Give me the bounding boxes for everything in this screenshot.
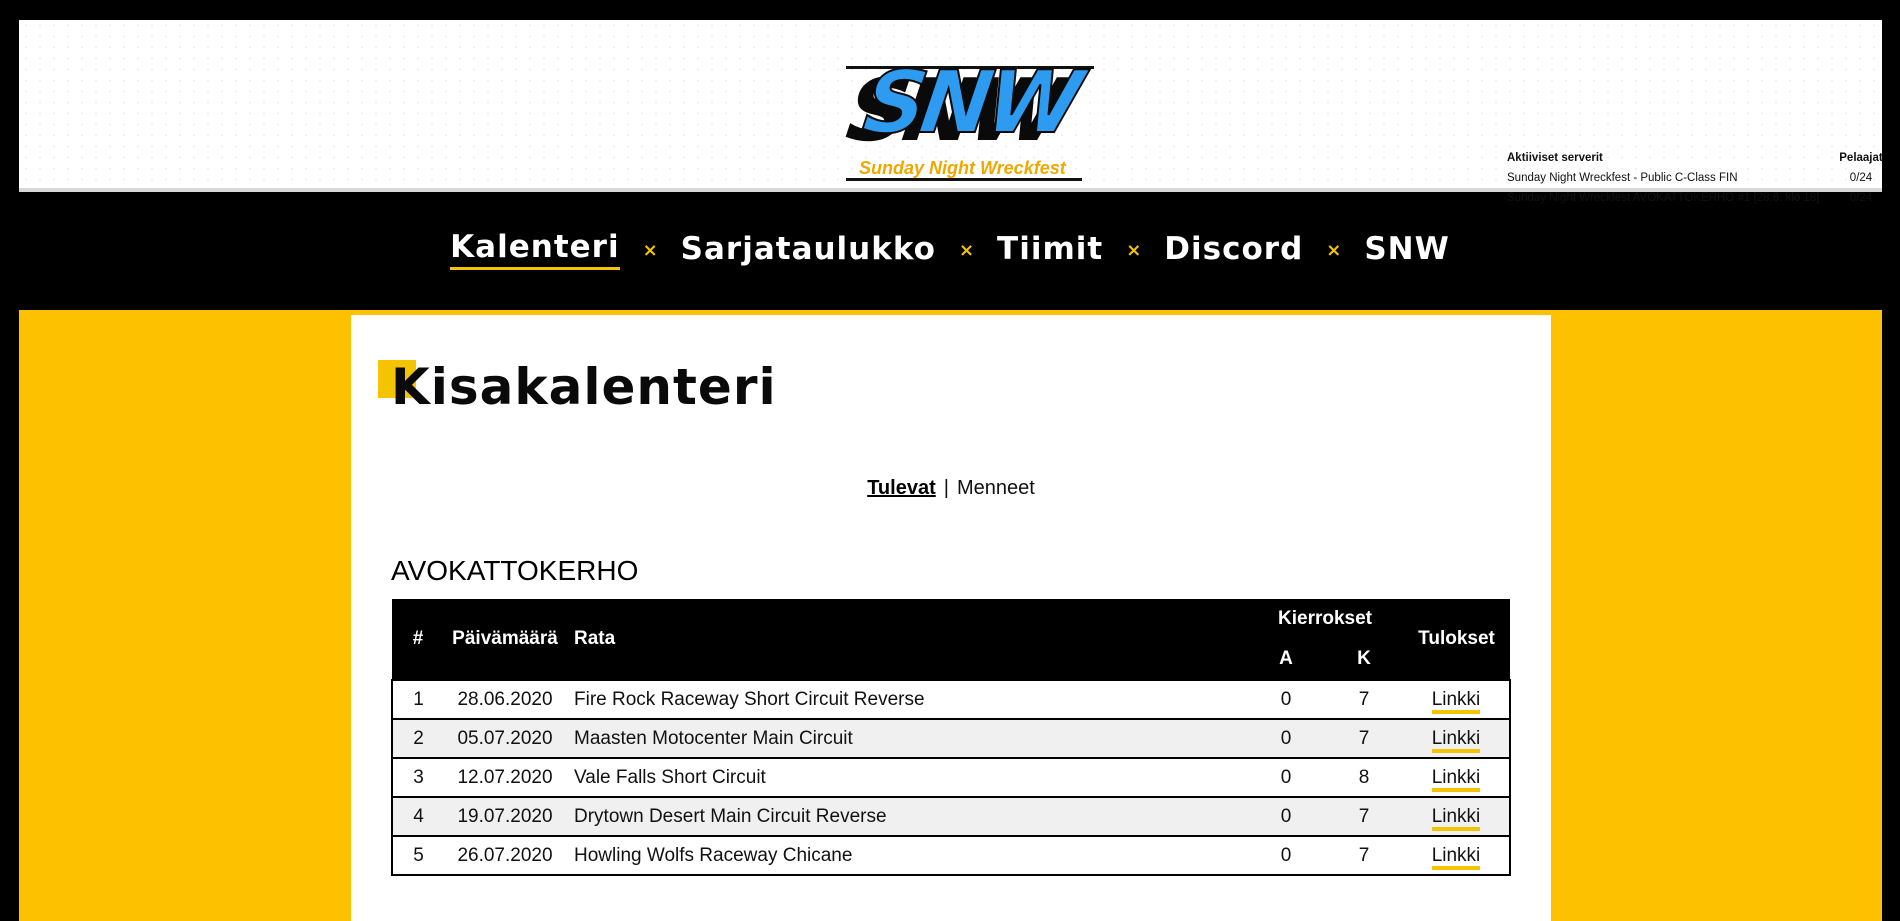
filter-past-link[interactable]: Menneet: [957, 477, 1035, 499]
row-laps-k: 7: [1358, 727, 1370, 749]
server-players: 0/24: [1849, 172, 1873, 184]
row-num: 4: [413, 805, 424, 827]
nav-item-tiimit[interactable]: Tiimit: [997, 233, 1103, 269]
col-date-header: Päivämäärä: [444, 599, 566, 680]
nav-separator: ×: [1326, 240, 1342, 261]
row-track: Maasten Motocenter Main Circuit: [574, 727, 853, 749]
nav-separator: ×: [1126, 240, 1142, 261]
results-link[interactable]: Linkki: [1431, 766, 1481, 792]
row-num: 2: [413, 727, 424, 749]
row-results-cell: Linkki: [1403, 758, 1510, 797]
row-laps-k: 7: [1358, 844, 1370, 866]
table-row: 4 19.07.2020 Drytown Desert Main Circuit…: [392, 797, 1510, 836]
site-header: SNW SNW Sunday Night Wreckfest Aktiivise…: [19, 20, 1883, 204]
col-results-header: Tulokset: [1403, 599, 1510, 680]
row-results-cell: Linkki: [1403, 680, 1510, 719]
results-link[interactable]: Linkki: [1431, 727, 1481, 753]
row-date: 12.07.2020: [457, 766, 553, 788]
servers-title: Aktiiviset serverit: [1507, 152, 1603, 164]
row-results-cell: Linkki: [1403, 836, 1510, 875]
col-track-header: Rata: [566, 599, 1247, 680]
nav-item-discord[interactable]: Discord: [1164, 233, 1303, 269]
col-num-header: #: [392, 599, 444, 680]
row-track: Fire Rock Raceway Short Circuit Reverse: [574, 688, 925, 710]
nav-item-snw[interactable]: SNW: [1364, 233, 1449, 269]
row-results-cell: Linkki: [1403, 797, 1510, 836]
row-num: 3: [413, 766, 424, 788]
snw-logo[interactable]: SNW SNW Sunday Night Wreckfest: [825, 52, 1094, 184]
series-title: AVOKATTOKERHO: [391, 555, 639, 586]
server-row: Sunday Night Wreckfest - Public C-Class …: [1507, 168, 1883, 188]
nav-separator: ×: [958, 240, 975, 261]
row-laps-k: 7: [1358, 805, 1370, 827]
row-laps-a: 0: [1280, 688, 1292, 710]
table-row: 1 28.06.2020 Fire Rock Raceway Short Cir…: [392, 680, 1510, 719]
table-row: 3 12.07.2020 Vale Falls Short Circuit 0 …: [392, 758, 1510, 797]
logo-text: SNW: [857, 52, 1084, 154]
row-date: 26.07.2020: [457, 844, 553, 866]
row-track: Drytown Desert Main Circuit Reverse: [574, 805, 887, 827]
row-date: 28.06.2020: [457, 688, 553, 710]
results-link[interactable]: Linkki: [1431, 805, 1481, 831]
col-laps-a-header: A: [1247, 639, 1325, 680]
row-track: Vale Falls Short Circuit: [574, 766, 766, 788]
filter-upcoming-link[interactable]: Tulevat: [867, 477, 936, 499]
page-title: Kisakalenteri: [391, 358, 777, 416]
players-label: Pelaajat: [1839, 152, 1883, 164]
results-link[interactable]: Linkki: [1431, 688, 1481, 714]
col-laps-header: Kierrokset: [1247, 599, 1403, 639]
col-laps-k-header: K: [1325, 639, 1403, 680]
nav-item-kalenteri[interactable]: Kalenteri: [450, 232, 620, 270]
nav-item-sarjataulukko[interactable]: Sarjataulukko: [681, 233, 936, 269]
row-laps-k: 8: [1358, 766, 1370, 788]
row-laps-a: 0: [1280, 805, 1292, 827]
results-link[interactable]: Linkki: [1431, 844, 1481, 870]
servers-header: Aktiiviset serverit Pelaajat: [1507, 148, 1883, 168]
row-num: 5: [413, 844, 424, 866]
table-header-row: # Päivämäärä Rata Kierrokset Tulokset: [392, 599, 1510, 680]
filter-separator: |: [943, 477, 949, 499]
row-results-cell: Linkki: [1403, 719, 1510, 758]
main-nav: Kalenteri × Sarjataulukko × Tiimit × Dis…: [0, 192, 1900, 310]
nav-separator: ×: [642, 240, 658, 261]
row-date: 19.07.2020: [457, 805, 553, 827]
row-track: Howling Wolfs Raceway Chicane: [574, 844, 853, 866]
row-date: 05.07.2020: [457, 727, 553, 749]
row-laps-k: 7: [1358, 688, 1370, 710]
logo-bottom-line: [846, 178, 1082, 181]
race-calendar-table: # Päivämäärä Rata Kierrokset Tulokset A …: [391, 599, 1511, 876]
server-name: Sunday Night Wreckfest - Public C-Class …: [1507, 172, 1738, 184]
row-num: 1: [413, 688, 424, 710]
row-laps-a: 0: [1280, 766, 1292, 788]
table-row: 2 05.07.2020 Maasten Motocenter Main Cir…: [392, 719, 1510, 758]
content-panel: Kisakalenteri Tulevat | Menneet AVOKATTOKE…: [351, 315, 1551, 921]
row-laps-a: 0: [1280, 844, 1292, 866]
row-laps-a: 0: [1280, 727, 1292, 749]
logo-subtitle: Sunday Night Wreckfest: [859, 158, 1066, 178]
table-row: 5 26.07.2020 Howling Wolfs Raceway Chica…: [392, 836, 1510, 875]
event-filter: Tulevat | Menneet: [351, 477, 1551, 500]
